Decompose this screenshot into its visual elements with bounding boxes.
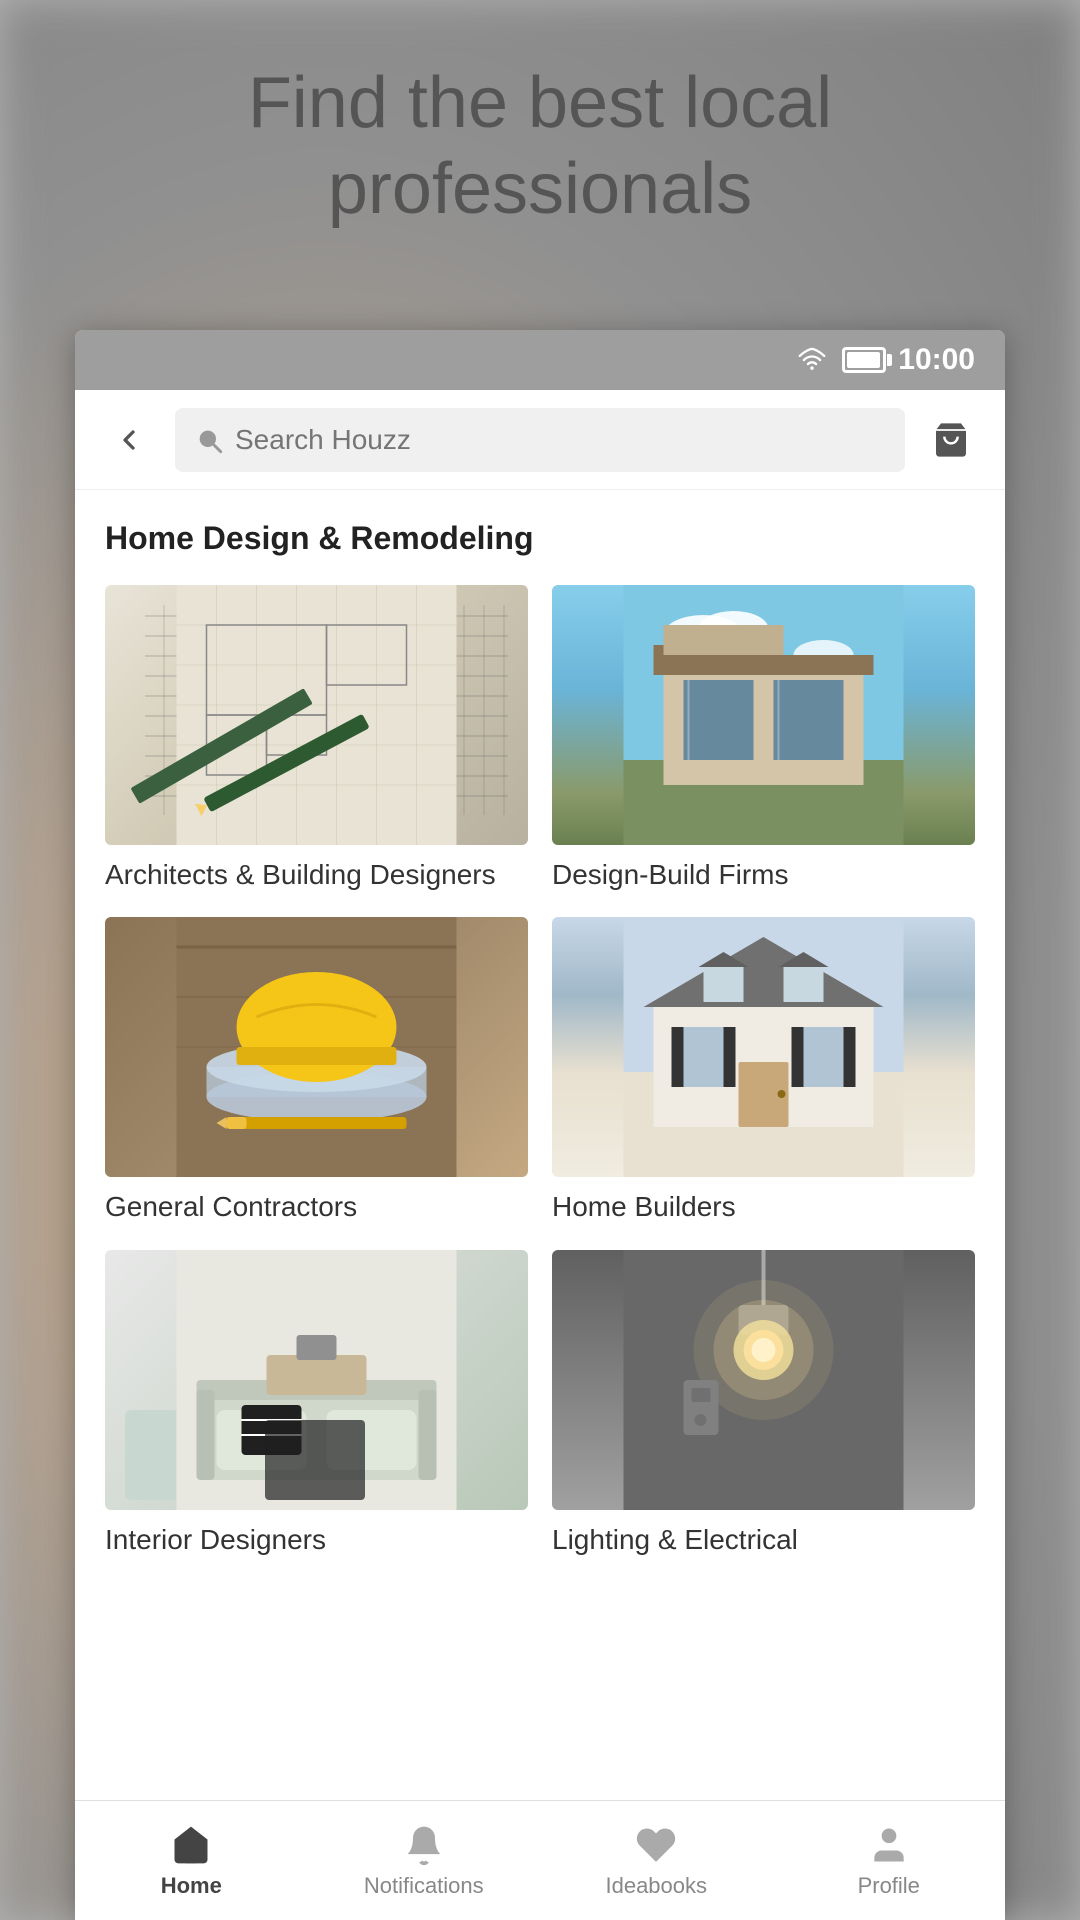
notifications-icon — [402, 1823, 446, 1867]
wifi-icon — [794, 346, 830, 374]
section-title: Home Design & Remodeling — [105, 520, 975, 557]
category-image-home-builders — [552, 917, 975, 1177]
back-button[interactable] — [99, 410, 159, 470]
phone-frame: 10:00 Home Design & Remodeling — [75, 330, 1005, 1920]
profile-icon — [867, 1823, 911, 1867]
ideabooks-icon — [634, 1823, 678, 1867]
category-label-interior: Interior Designers — [105, 1522, 528, 1558]
home-icon — [169, 1823, 213, 1867]
bottom-nav: Home Notifications Ideabooks Profile — [75, 1800, 1005, 1920]
category-item-design-build[interactable]: Design-Build Firms — [552, 585, 975, 893]
category-label-lighting: Lighting & Electrical — [552, 1522, 975, 1558]
search-icon — [195, 426, 223, 454]
nav-label-home: Home — [161, 1873, 222, 1899]
nav-item-home[interactable]: Home — [75, 1801, 308, 1920]
nav-label-profile: Profile — [858, 1873, 920, 1899]
category-label-contractors: General Contractors — [105, 1189, 528, 1225]
category-image-architects — [105, 585, 528, 845]
search-input[interactable] — [235, 424, 885, 456]
cart-button[interactable] — [921, 410, 981, 470]
battery-icon — [842, 347, 886, 373]
nav-item-profile[interactable]: Profile — [773, 1801, 1006, 1920]
cart-icon — [931, 420, 971, 460]
nav-item-notifications[interactable]: Notifications — [308, 1801, 541, 1920]
category-item-contractors[interactable]: General Contractors — [105, 917, 528, 1225]
category-grid: Architects & Building Designers — [105, 585, 975, 1558]
category-label-architects: Architects & Building Designers — [105, 857, 528, 893]
category-item-architects[interactable]: Architects & Building Designers — [105, 585, 528, 893]
main-content: Home Design & Remodeling — [75, 490, 1005, 1800]
category-image-design-build — [552, 585, 975, 845]
search-bar[interactable] — [175, 408, 905, 472]
nav-label-ideabooks: Ideabooks — [605, 1873, 707, 1899]
status-bar: 10:00 — [75, 330, 1005, 390]
category-item-lighting[interactable]: Lighting & Electrical — [552, 1250, 975, 1558]
category-image-lighting — [552, 1250, 975, 1510]
nav-label-notifications: Notifications — [364, 1873, 484, 1899]
hero-text: Find the best local professionals — [0, 60, 1080, 233]
category-item-interior[interactable]: Interior Designers — [105, 1250, 528, 1558]
category-label-design-build: Design-Build Firms — [552, 857, 975, 893]
nav-item-ideabooks[interactable]: Ideabooks — [540, 1801, 773, 1920]
top-bar — [75, 390, 1005, 490]
category-image-contractors — [105, 917, 528, 1177]
status-time: 10:00 — [898, 343, 975, 377]
category-label-home-builders: Home Builders — [552, 1189, 975, 1225]
category-item-home-builders[interactable]: Home Builders — [552, 917, 975, 1225]
category-image-interior — [105, 1250, 528, 1510]
